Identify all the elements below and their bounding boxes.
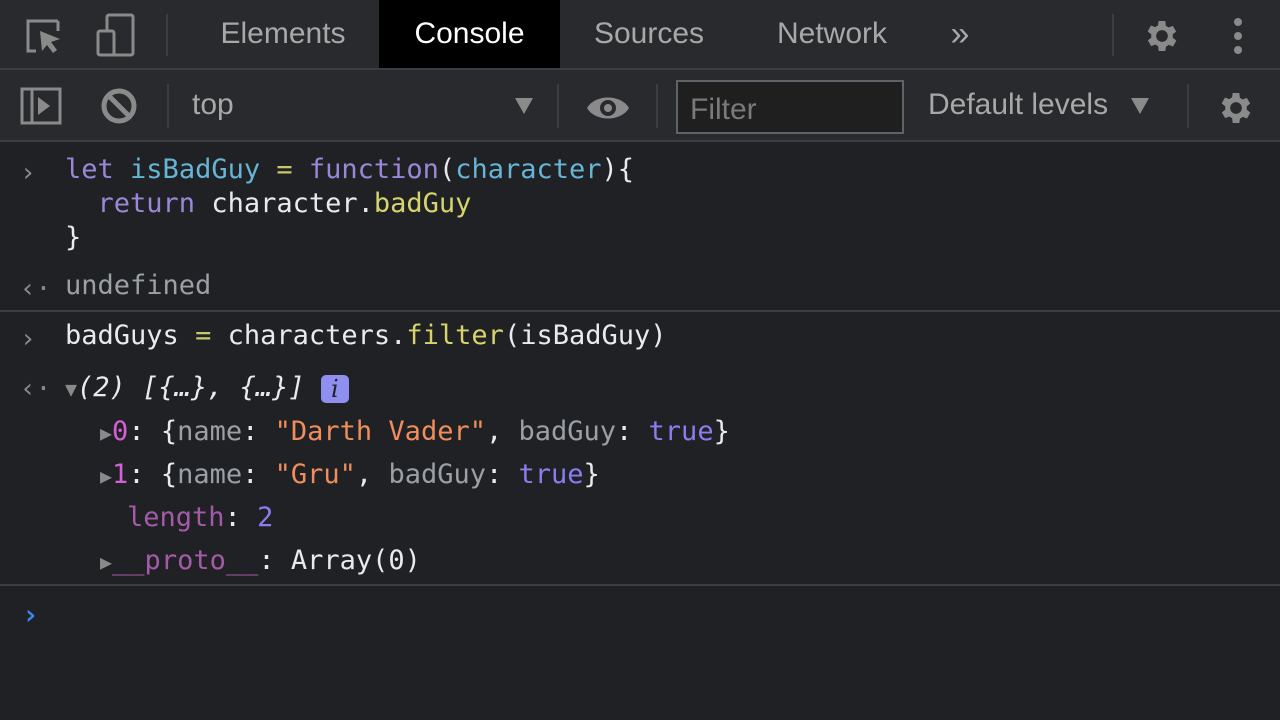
- devtools-tab-bar: Elements Console Sources Network »: [0, 0, 1280, 70]
- method: filter: [406, 320, 504, 351]
- variable: isBadGuy: [130, 154, 261, 185]
- proto-value: Array(0): [290, 545, 421, 576]
- kebab-menu-icon[interactable]: [1222, 14, 1254, 58]
- toolbar-divider: [1187, 84, 1189, 128]
- string-value: "Gru": [274, 459, 356, 490]
- punct: :: [242, 459, 275, 490]
- sidebar-toggle-icon[interactable]: [18, 86, 64, 126]
- console-input-line: }: [65, 222, 81, 253]
- console-prompt-input[interactable]: ›: [22, 598, 39, 631]
- toolbar-divider: [167, 84, 169, 128]
- expand-triangle-down-icon[interactable]: ▼: [65, 377, 77, 401]
- key: name: [177, 416, 243, 447]
- chevron-down-icon[interactable]: [1128, 96, 1152, 116]
- expand-triangle-right-icon[interactable]: ▶: [100, 421, 112, 445]
- arguments: (isBadGuy): [503, 320, 667, 351]
- tab-console[interactable]: Console: [379, 0, 560, 68]
- punct: : {: [128, 459, 178, 490]
- entry-divider: [0, 584, 1280, 586]
- object: characters.: [227, 320, 407, 351]
- key: __proto__: [112, 545, 259, 576]
- key: badGuy: [388, 459, 486, 490]
- more-tabs-button[interactable]: »: [930, 0, 990, 68]
- punct: :: [616, 416, 649, 447]
- punct: : {: [128, 416, 178, 447]
- tab-network[interactable]: Network: [752, 0, 912, 68]
- toolbar-divider: [656, 84, 658, 128]
- operator: =: [276, 154, 293, 185]
- tab-label: Sources: [593, 17, 705, 50]
- parameter: character: [455, 154, 602, 185]
- property: badGuy: [373, 188, 472, 219]
- result-value: undefined: [65, 270, 212, 301]
- array-item[interactable]: ▶0: {name: "Darth Vader", badGuy: true}: [100, 416, 730, 447]
- punct: }: [583, 459, 600, 490]
- item-index: 1: [112, 459, 129, 490]
- entry-divider: [0, 310, 1280, 312]
- key: length: [127, 502, 225, 533]
- length-property: length: 2: [127, 502, 274, 533]
- key: badGuy: [518, 416, 617, 447]
- brace: ){: [601, 154, 635, 185]
- context-value: top: [192, 88, 234, 121]
- input-prompt-icon: ›: [20, 158, 36, 188]
- punct: :: [242, 416, 275, 447]
- inspect-element-icon[interactable]: [22, 16, 66, 56]
- punct: :: [485, 459, 519, 490]
- boolean-value: true: [518, 459, 584, 490]
- info-icon[interactable]: i: [320, 374, 349, 403]
- punct: ,: [355, 459, 389, 490]
- tab-elements[interactable]: Elements: [190, 0, 376, 68]
- context-selector[interactable]: top: [192, 88, 234, 122]
- proto-property[interactable]: ▶__proto__: Array(0): [100, 545, 421, 576]
- live-expression-icon[interactable]: [584, 90, 632, 126]
- tab-label: Console: [414, 17, 525, 50]
- tab-divider: [1112, 14, 1114, 56]
- operator: =: [195, 320, 212, 351]
- chevron-double-right-icon: »: [950, 14, 970, 53]
- gear-icon[interactable]: [1140, 14, 1184, 58]
- array-item[interactable]: ▶1: {name: "Gru", badGuy: true}: [100, 459, 600, 490]
- variable: badGuys: [65, 320, 179, 351]
- filter-input[interactable]: [676, 80, 904, 134]
- log-levels-label: Default levels: [928, 88, 1109, 121]
- console-input-line: badGuys = characters.filter(isBadGuy): [65, 320, 667, 351]
- expand-triangle-right-icon[interactable]: ▶: [100, 550, 112, 574]
- object: character.: [211, 188, 374, 219]
- tab-sources[interactable]: Sources: [566, 0, 732, 68]
- log-levels-dropdown[interactable]: Default levels: [928, 88, 1108, 122]
- input-prompt-icon: ›: [20, 324, 36, 354]
- result-arrow-icon: ‹·: [20, 274, 52, 304]
- expand-triangle-right-icon[interactable]: ▶: [100, 464, 112, 488]
- keyword: let: [65, 154, 114, 185]
- paren: (: [438, 154, 456, 185]
- console-settings-gear-icon[interactable]: [1214, 86, 1258, 130]
- array-summary[interactable]: ▼(2) [{…}, {…}] i: [65, 372, 349, 403]
- tab-divider: [166, 14, 168, 56]
- boolean-value: true: [648, 416, 714, 447]
- console-input-line: let isBadGuy = function(character){: [65, 154, 634, 185]
- device-toolbar-icon[interactable]: [94, 12, 138, 58]
- number-value: 2: [257, 502, 274, 533]
- punct: }: [713, 416, 730, 447]
- keyword: function: [308, 154, 439, 185]
- item-index: 0: [112, 416, 129, 447]
- punct: ,: [485, 416, 519, 447]
- keyword: return: [97, 188, 196, 219]
- clear-console-icon[interactable]: [98, 86, 140, 126]
- string-value: "Darth Vader": [274, 416, 486, 447]
- toolbar-divider: [557, 84, 559, 128]
- result-arrow-icon: ‹·: [20, 374, 52, 404]
- console-result: undefined: [65, 270, 211, 301]
- tab-label: Elements: [220, 17, 346, 50]
- console-input-line: return character.badGuy: [65, 188, 472, 219]
- chevron-down-icon[interactable]: [512, 96, 536, 116]
- brace: }: [65, 222, 82, 253]
- array-preview: (2) [{…}, {…}]: [77, 372, 305, 403]
- key: name: [177, 459, 243, 490]
- tab-label: Network: [776, 17, 888, 50]
